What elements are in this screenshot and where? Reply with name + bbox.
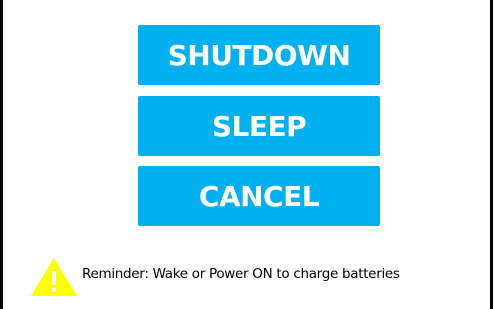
cancel-button[interactable]: CANCEL — [138, 166, 380, 226]
dialog-right-border — [490, 0, 493, 309]
reminder-message: Reminder: Wake or Power ON to charge bat… — [30, 257, 400, 297]
power-dialog: SHUTDOWN SLEEP CANCEL Reminder: Wake or … — [0, 0, 494, 309]
shutdown-button[interactable]: SHUTDOWN — [138, 25, 380, 85]
warning-triangle-icon — [31, 258, 77, 296]
reminder-text: Reminder: Wake or Power ON to charge bat… — [82, 266, 400, 282]
dialog-left-border — [0, 0, 3, 309]
sleep-button[interactable]: SLEEP — [138, 96, 380, 156]
